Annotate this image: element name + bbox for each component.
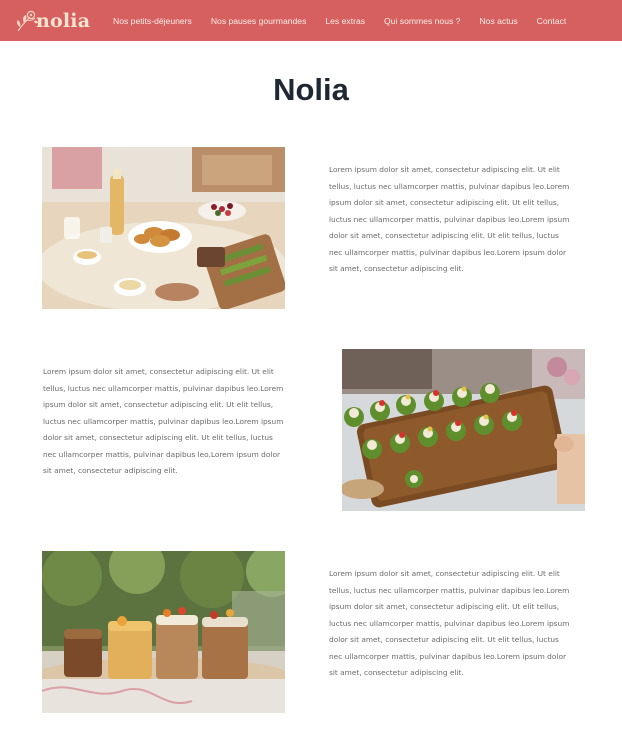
page-title: Nolia <box>273 72 349 107</box>
main-nav: Nos petits-déjeuners Nos pauses gourmand… <box>113 0 566 41</box>
breakfast-spread-image <box>42 147 285 309</box>
section-1-text: Lorem ipsum dolor sit amet, consectetur … <box>329 165 570 273</box>
nav-item-petits-dejeuners[interactable]: Nos petits-déjeuners <box>113 16 192 26</box>
nav-item-qui-sommes-nous[interactable]: Qui sommes nous ? <box>384 16 460 26</box>
section-2-text: Lorem ipsum dolor sit amet, consectetur … <box>43 367 284 475</box>
nav-item-actus[interactable]: Nos actus <box>479 16 517 26</box>
loaf-cakes-image <box>42 551 285 713</box>
nav-item-pauses-gourmandes[interactable]: Nos pauses gourmandes <box>211 16 307 26</box>
brand-logo[interactable]: nolia <box>14 6 90 36</box>
nav-item-contact[interactable]: Contact <box>537 16 567 26</box>
navbar: nolia Nos petits-déjeuners Nos pauses go… <box>0 0 622 41</box>
section-3-text: Lorem ipsum dolor sit amet, consectetur … <box>329 569 570 677</box>
nav-item-extras[interactable]: Les extras <box>325 16 365 26</box>
brand-name: nolia <box>36 10 91 32</box>
matcha-rolls-image <box>342 349 585 511</box>
